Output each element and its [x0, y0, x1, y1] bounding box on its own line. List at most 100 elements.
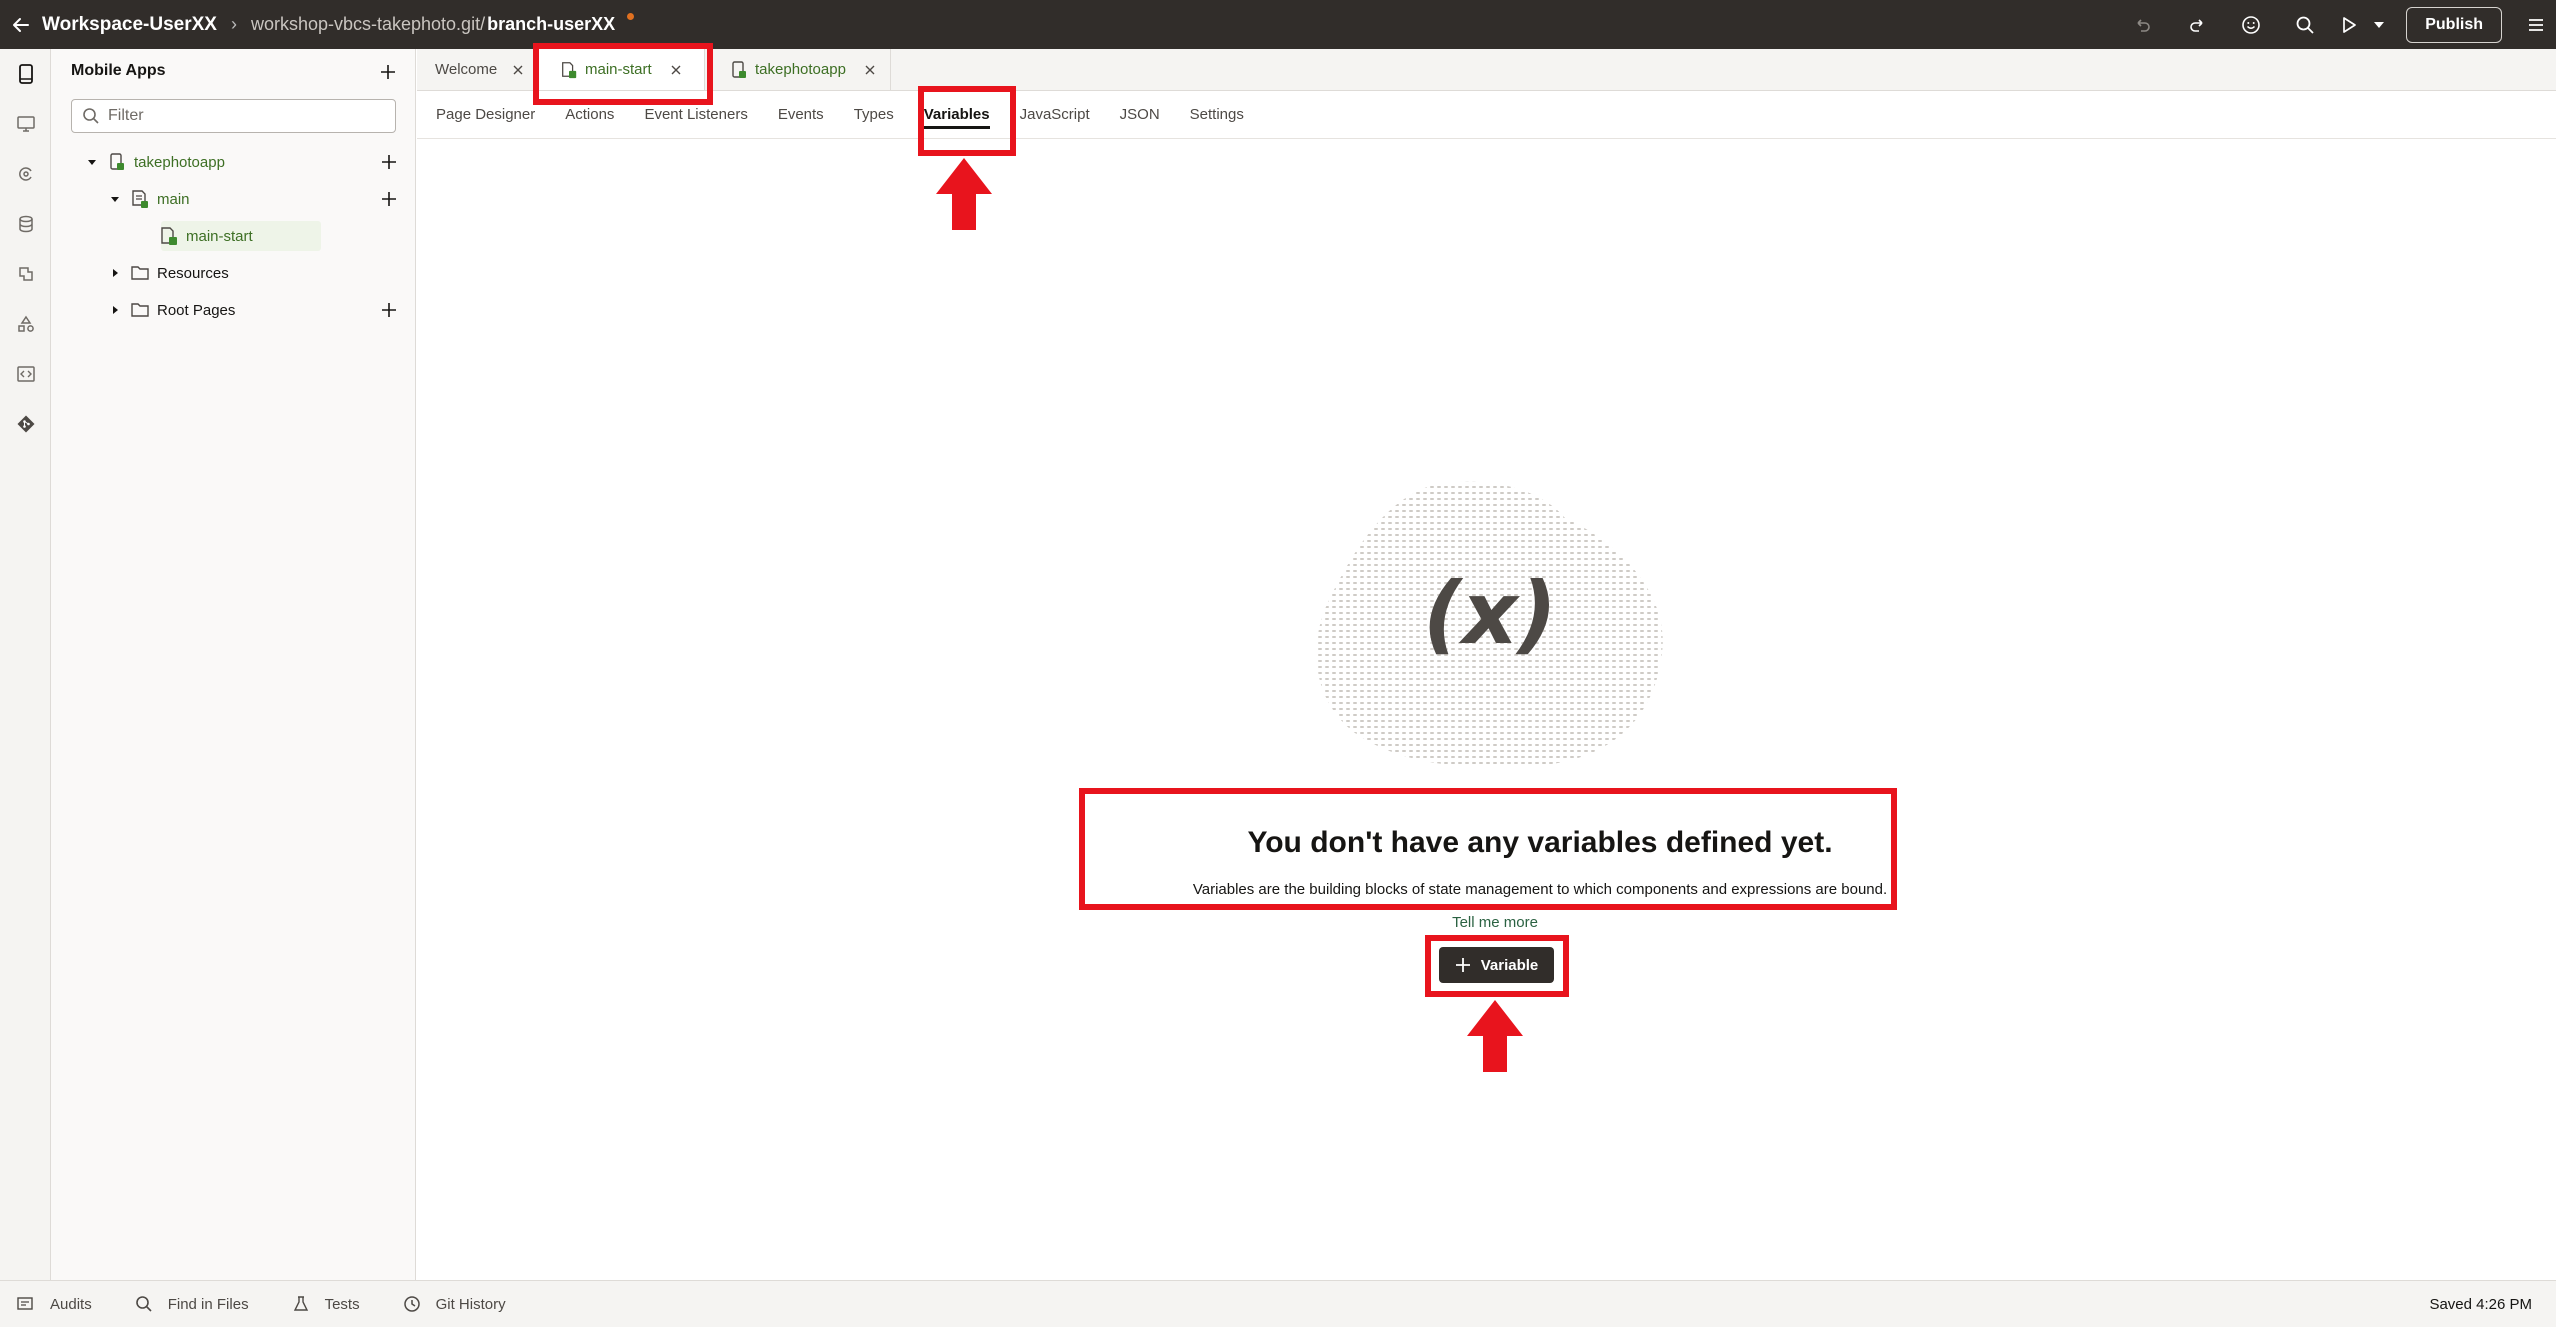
close-icon[interactable]	[668, 62, 684, 78]
search-icon	[2296, 16, 2314, 34]
empty-state-description: Variables are the building blocks of sta…	[1192, 881, 1888, 898]
tab-takephotoapp[interactable]: takephotoapp	[705, 49, 891, 90]
clock-icon	[402, 1294, 422, 1314]
tab-main-start[interactable]: main-start	[535, 49, 705, 90]
plus-icon	[382, 155, 396, 169]
arrow-left-icon	[13, 17, 29, 32]
plus-icon	[1455, 958, 1470, 972]
caret-right-icon[interactable]	[107, 265, 123, 281]
add-mobile-app-button[interactable]	[375, 59, 401, 85]
folder-icon	[129, 299, 151, 321]
redo-icon	[2190, 18, 2203, 32]
add-variable-label: Variable	[1480, 956, 1539, 974]
tree-item-label: Resources	[157, 264, 229, 282]
tree-item-main-start[interactable]: main-start	[51, 218, 416, 254]
rail-services[interactable]	[0, 149, 51, 199]
add-page-button[interactable]	[376, 186, 402, 212]
tab-events[interactable]: Events	[778, 91, 824, 139]
rail-business-objects[interactable]	[0, 199, 51, 249]
app-header: Workspace-UserXX › workshop-vbcs-takepho…	[0, 0, 2556, 49]
components-icon	[18, 267, 33, 281]
tests-button[interactable]: Tests	[291, 1294, 360, 1314]
tab-event-listeners[interactable]: Event Listeners	[644, 91, 747, 139]
saved-status: Saved 4:26 PM	[2429, 1295, 2532, 1313]
annotation-arrow-up-icon	[1467, 1000, 1523, 1072]
navigator-header: Mobile Apps	[51, 49, 415, 93]
redo-button[interactable]	[2170, 0, 2224, 49]
branch-name[interactable]: branch-userXX	[487, 14, 615, 35]
flask-icon	[291, 1294, 311, 1314]
search-button[interactable]	[2278, 0, 2332, 49]
tree-item-label: Root Pages	[157, 301, 236, 319]
feedback-button[interactable]	[2224, 0, 2278, 49]
empty-state-title: You don't have any variables defined yet…	[1247, 826, 1833, 859]
tab-label: takephotoapp	[755, 61, 846, 78]
plus-icon	[382, 192, 396, 206]
tell-me-more-link[interactable]: Tell me more	[1395, 914, 1595, 931]
tab-json[interactable]: JSON	[1120, 91, 1160, 139]
find-in-files-button[interactable]: Find in Files	[134, 1294, 249, 1314]
filter-input[interactable]	[108, 101, 378, 131]
find-in-files-label: Find in Files	[167, 1295, 249, 1313]
undo-icon	[2137, 18, 2151, 32]
chevron-down-icon	[2374, 21, 2385, 28]
plus-icon	[382, 303, 396, 317]
workspace-name[interactable]: Workspace-UserXX	[42, 14, 217, 36]
unsaved-changes-dot	[627, 13, 635, 20]
folder-icon	[129, 262, 151, 284]
tree-item-takephotoapp[interactable]: takephotoapp	[51, 144, 416, 180]
tree-item-main[interactable]: main	[51, 181, 416, 217]
rail-web-apps[interactable]	[0, 99, 51, 149]
rail-git[interactable]	[0, 399, 51, 449]
page-icon	[559, 60, 579, 80]
git-history-label: Git History	[435, 1295, 506, 1313]
tab-welcome[interactable]: Welcome	[417, 49, 535, 90]
add-flow-button[interactable]	[376, 149, 402, 175]
add-root-page-button[interactable]	[376, 297, 402, 323]
tab-settings[interactable]: Settings	[1190, 91, 1244, 139]
git-history-button[interactable]: Git History	[402, 1294, 506, 1314]
tab-page-designer[interactable]: Page Designer	[436, 91, 535, 139]
services-icon	[18, 167, 32, 181]
run-options-dropdown[interactable]	[2366, 0, 2392, 49]
tree-item-resources[interactable]: Resources	[51, 255, 416, 291]
caret-down-icon[interactable]	[84, 154, 100, 170]
caret-right-icon[interactable]	[107, 302, 123, 318]
back-button[interactable]	[0, 0, 42, 49]
audits-icon	[16, 1294, 36, 1314]
status-bar: Audits Find in Files Tests Git History S…	[0, 1280, 2556, 1327]
main-menu-button[interactable]	[2516, 0, 2556, 49]
rail-processes[interactable]	[0, 299, 51, 349]
search-icon	[83, 108, 99, 124]
close-icon[interactable]	[513, 62, 523, 78]
web-apps-icon	[16, 116, 35, 132]
tree-item-root-pages[interactable]: Root Pages	[51, 292, 416, 328]
tree-item-label: main-start	[186, 227, 253, 245]
rail-mobile-apps[interactable]	[0, 49, 51, 99]
audits-button[interactable]: Audits	[16, 1294, 92, 1314]
illustration-text: (x)	[1423, 564, 1557, 664]
app-icon	[729, 60, 749, 80]
undo-button[interactable]	[2116, 0, 2170, 49]
mobile-apps-icon	[18, 64, 33, 84]
caret-down-icon[interactable]	[107, 191, 123, 207]
tab-types[interactable]: Types	[854, 91, 894, 139]
run-button[interactable]	[2332, 0, 2366, 49]
repo-name[interactable]: workshop-vbcs-takephoto.git/	[251, 14, 485, 35]
annotation-arrow-up-icon	[936, 158, 992, 230]
add-variable-button[interactable]: Variable	[1439, 947, 1554, 983]
tree-item-label: takephotoapp	[134, 153, 225, 171]
plus-icon	[381, 65, 395, 79]
page-icon	[158, 225, 180, 247]
close-icon[interactable]	[862, 62, 878, 78]
publish-button[interactable]: Publish	[2406, 6, 2502, 43]
rail-source[interactable]	[0, 349, 51, 399]
rail-components[interactable]	[0, 249, 51, 299]
tab-actions[interactable]: Actions	[565, 91, 614, 139]
audits-label: Audits	[50, 1295, 92, 1313]
tab-variables[interactable]: Variables	[923, 91, 990, 139]
activity-rail	[0, 49, 51, 1280]
tab-javascript[interactable]: JavaScript	[1020, 91, 1090, 139]
filter-field[interactable]	[71, 99, 396, 133]
tree-item-label: main	[157, 190, 190, 208]
